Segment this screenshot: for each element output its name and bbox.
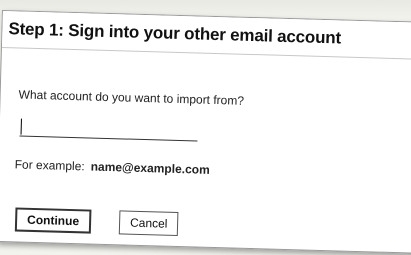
- screenshot-stage: Step 1: Sign into your other email accou…: [0, 0, 411, 255]
- account-email-input[interactable]: [19, 117, 198, 142]
- dialog-title: Step 1: Sign into your other email accou…: [8, 19, 342, 48]
- account-question-label: What account do you want to import from?: [18, 87, 245, 108]
- continue-button[interactable]: Continue: [14, 207, 92, 234]
- import-mail-dialog: Step 1: Sign into your other email accou…: [0, 10, 411, 254]
- example-address: name@example.com: [90, 159, 210, 177]
- cancel-button[interactable]: Cancel: [118, 210, 179, 237]
- example-prefix: For example:: [14, 157, 85, 174]
- example-hint: For example: name@example.com: [14, 157, 209, 176]
